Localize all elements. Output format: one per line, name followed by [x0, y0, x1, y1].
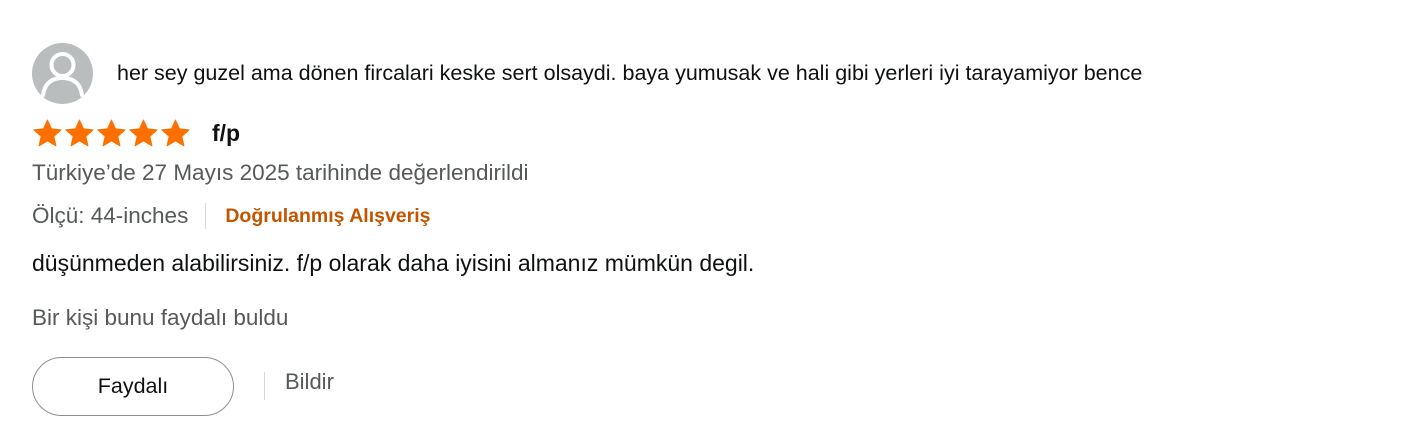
- star-rating[interactable]: [32, 116, 192, 150]
- review-body: düşünmeden alabilirsiniz. f/p olarak dah…: [32, 250, 755, 276]
- review-actions: Faydalı Bildir: [32, 354, 334, 418]
- review-date: Türkiye’de 27 Mayıs 2025 tarihinde değer…: [32, 160, 529, 185]
- helpful-vote-statement: Bir kişi bunu faydalı buldu: [32, 305, 289, 330]
- star-icon: [97, 119, 126, 146]
- rating-row: f/p: [32, 114, 240, 152]
- customer-review: her sey guzel ama dönen fircalari keske …: [32, 0, 1412, 446]
- actions-divider: [264, 372, 265, 400]
- default-user-avatar-icon: [41, 51, 84, 97]
- report-link[interactable]: Bildir: [285, 369, 334, 395]
- reviewer-name: her sey guzel ama dönen fircalari keske …: [117, 60, 1143, 85]
- star-icon: [65, 119, 94, 146]
- reviewer-profile[interactable]: her sey guzel ama dönen fircalari keske …: [32, 42, 1142, 104]
- star-icon: [129, 119, 158, 146]
- helpful-button[interactable]: Faydalı: [32, 356, 234, 416]
- format-strip: Ölçü: 44-inches Doğrulanmış Alışveriş: [32, 200, 431, 232]
- avatar: [32, 42, 93, 104]
- size-option: Ölçü: 44-inches: [32, 203, 189, 228]
- star-icon: [33, 119, 62, 146]
- format-divider: [205, 203, 207, 229]
- star-icon: [161, 119, 190, 146]
- verified-purchase-badge: Doğrulanmış Alışveriş: [225, 204, 431, 227]
- review-title[interactable]: f/p: [212, 120, 240, 147]
